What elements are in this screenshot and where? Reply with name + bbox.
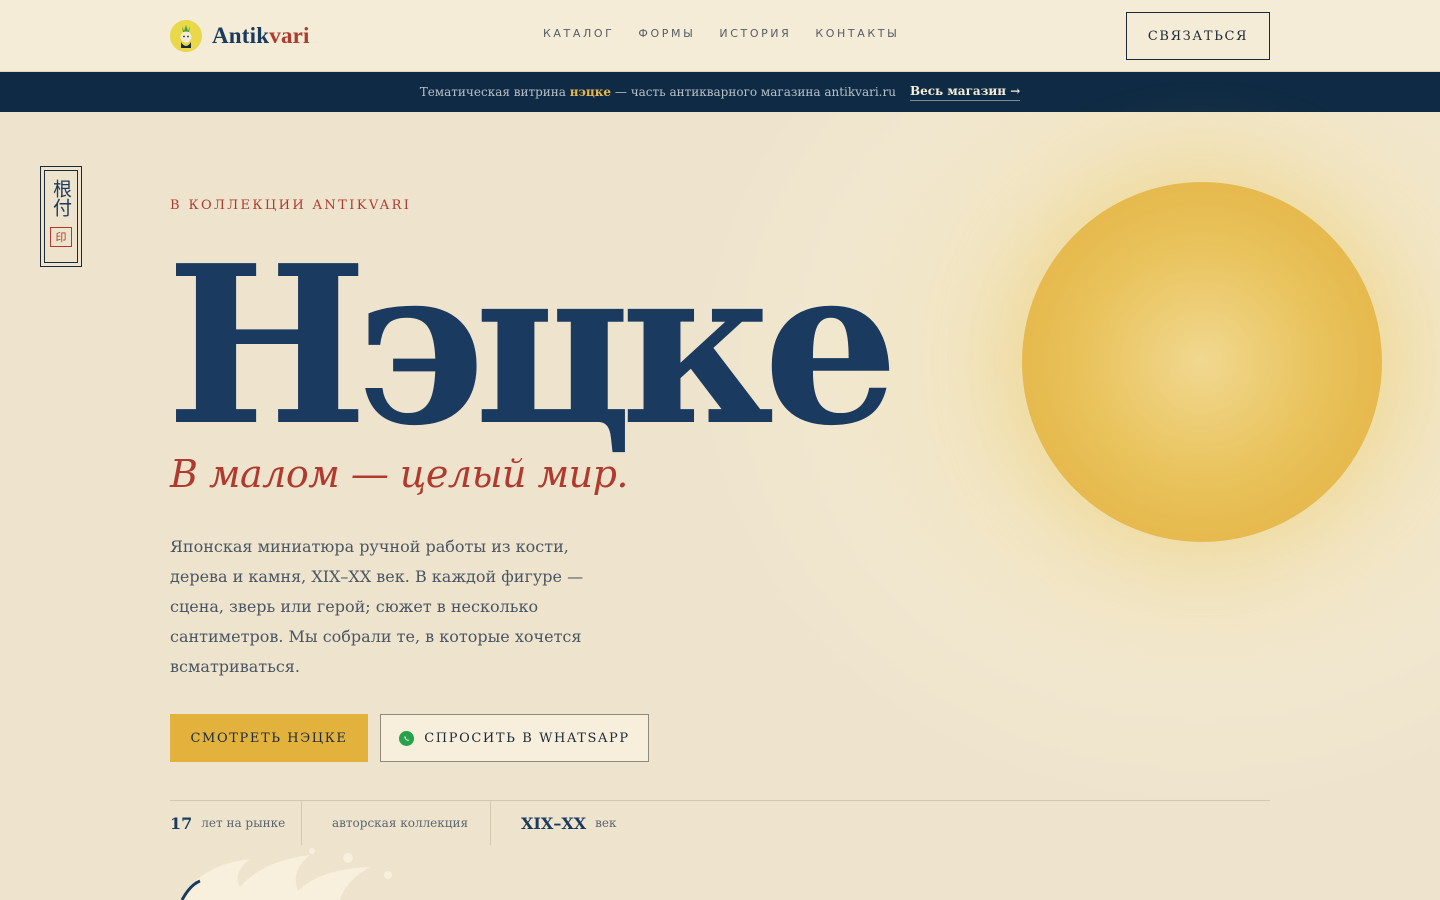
store-banner: Тематическая витрина нэцке — часть антик… xyxy=(0,72,1440,112)
stat-years: 17 лет на рынке xyxy=(170,801,285,845)
stat-divider xyxy=(490,801,491,845)
seal-kanji: 根付 xyxy=(50,179,72,217)
logo[interactable]: Antikvari xyxy=(170,18,310,54)
stat-value: 17 xyxy=(170,813,193,833)
banner-text: Тематическая витрина нэцке — часть антик… xyxy=(419,85,896,99)
sun-decoration xyxy=(1022,182,1382,542)
seal-stamp: 印 xyxy=(50,227,72,247)
hero-title: Нэцке xyxy=(166,218,899,474)
nav-item-contacts[interactable]: КОНТАКТЫ xyxy=(815,27,899,40)
stat-value: XIX–XX xyxy=(521,813,587,833)
banner-highlight: нэцке xyxy=(569,85,612,99)
netsuke-seal: 根付 印 xyxy=(40,166,82,267)
stat-divider xyxy=(301,801,302,845)
main-nav: КАТАЛОГ ФОРМЫ ИСТОРИЯ КОНТАКТЫ xyxy=(543,27,899,40)
contact-button[interactable]: СВЯЗАТЬСЯ xyxy=(1126,12,1270,60)
stat-label: век xyxy=(595,816,617,830)
whatsapp-button-label: СПРОСИТЬ В WHATSAPP xyxy=(424,730,630,746)
nav-item-history[interactable]: ИСТОРИЯ xyxy=(719,27,791,40)
stat-label: авторская коллекция xyxy=(332,816,469,830)
whatsapp-icon xyxy=(399,730,415,746)
hero-subtitle: В малом — целый мир. xyxy=(170,452,629,496)
site-header: Antikvari КАТАЛОГ ФОРМЫ ИСТОРИЯ КОНТАКТЫ… xyxy=(0,0,1440,72)
whole-store-link[interactable]: Весь магазин → xyxy=(909,84,1021,101)
wave-decoration xyxy=(180,848,392,900)
stat-century: XIX–XX век xyxy=(521,801,617,845)
hero-section: 根付 印 В КОЛЛЕКЦИИ ANTIKVARI Нэцке В малом… xyxy=(0,112,1440,900)
hero-eyebrow: В КОЛЛЕКЦИИ ANTIKVARI xyxy=(170,198,412,213)
view-netsuke-button[interactable]: СМОТРЕТЬ НЭЦКЕ xyxy=(170,714,368,762)
nav-item-catalog[interactable]: КАТАЛОГ xyxy=(543,27,614,40)
stats-bar: 17 лет на рынке авторская коллекция XIX–… xyxy=(170,800,1270,845)
hero-description: Японская миниатюра ручной работы из кост… xyxy=(170,537,584,676)
stat-label: лет на рынке xyxy=(201,816,286,830)
logo-mascot-icon xyxy=(170,20,202,52)
stat-collection: авторская коллекция xyxy=(332,801,468,845)
whatsapp-button[interactable]: СПРОСИТЬ В WHATSAPP xyxy=(380,714,649,762)
nav-item-forms[interactable]: ФОРМЫ xyxy=(638,27,695,40)
logo-text: Antikvari xyxy=(212,23,310,48)
